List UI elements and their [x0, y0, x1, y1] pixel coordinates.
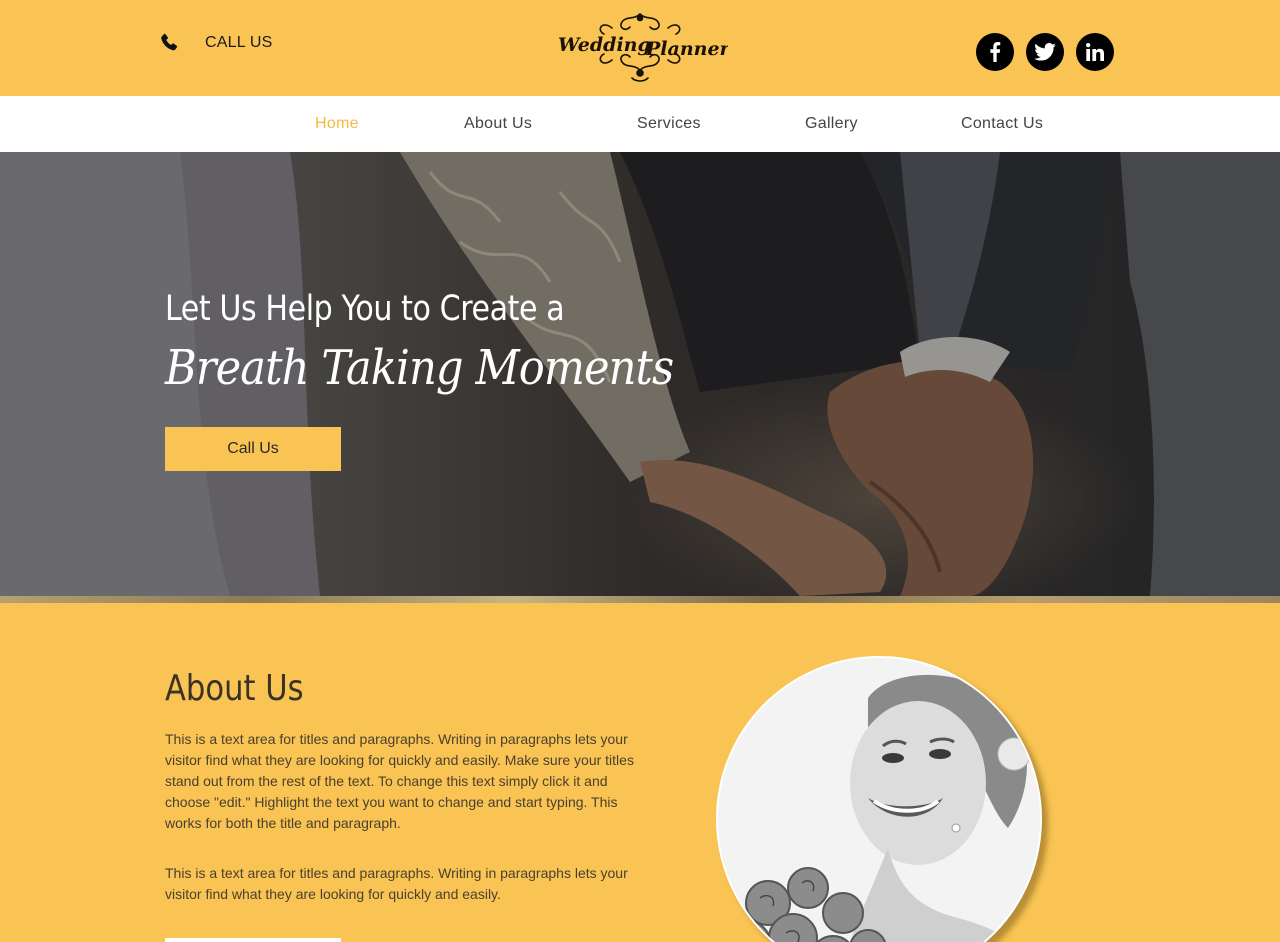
- hero-script-heading: Breath Taking Moments: [165, 340, 674, 396]
- nav-gallery[interactable]: Gallery: [805, 96, 858, 152]
- social-links: [976, 33, 1114, 71]
- phone-icon: [158, 32, 180, 54]
- call-us-label: CALL US: [205, 34, 273, 51]
- twitter-icon[interactable]: [1026, 33, 1064, 71]
- nav-services[interactable]: Services: [637, 96, 701, 152]
- linkedin-icon[interactable]: [1076, 33, 1114, 71]
- hero-heading: Let Us Help You to Create a: [165, 289, 565, 329]
- nav-contact-us[interactable]: Contact Us: [961, 96, 1043, 152]
- svg-text:Wedding: Wedding: [558, 34, 651, 56]
- svg-text:Planner: Planner: [645, 38, 728, 60]
- nav-about-us[interactable]: About Us: [464, 96, 532, 152]
- nav-home[interactable]: Home: [315, 96, 359, 152]
- about-button[interactable]: [165, 938, 341, 942]
- hero-divider-strip: [0, 596, 1280, 603]
- bride-portrait: [716, 656, 1042, 942]
- facebook-icon[interactable]: [976, 33, 1014, 71]
- call-us-link[interactable]: CALL US: [158, 32, 273, 54]
- top-bar: CALL US Wedding Planner: [0, 0, 1280, 96]
- main-navigation: Home About Us Services Gallery Contact U…: [0, 96, 1280, 152]
- about-paragraph-1: This is a text area for titles and parag…: [165, 731, 634, 831]
- wedding-planner-logo[interactable]: Wedding Planner: [552, 10, 732, 86]
- about-heading: About Us: [165, 668, 304, 709]
- hero-call-us-button[interactable]: Call Us: [165, 427, 341, 471]
- about-paragraph-2: This is a text area for titles and parag…: [165, 865, 628, 902]
